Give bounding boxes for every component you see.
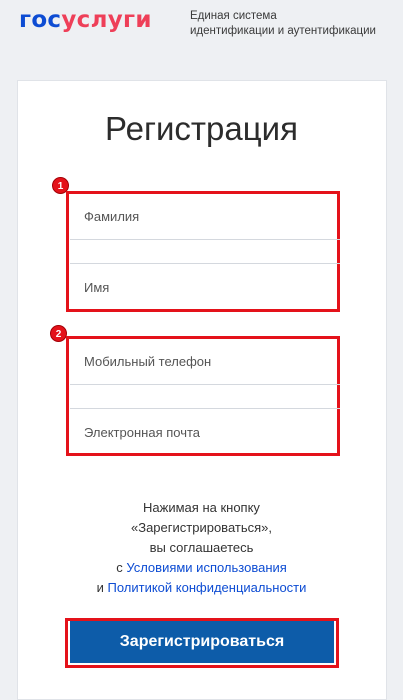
annotation-badge-2: 2 [50, 325, 67, 342]
header: госуслуги Единая система идентификации и… [0, 0, 403, 62]
page-title: Регистрация [105, 110, 298, 147]
name-field[interactable]: Имя [70, 264, 340, 310]
terms-line-2: «Зарегистрироваться», [131, 520, 272, 535]
terms-line-3: вы соглашаетесь [149, 540, 254, 555]
terms-line-5: и Политикой конфиденциальности [40, 578, 363, 598]
logo-part-uslugi: услуги [61, 7, 152, 33]
surname-field-spacer [70, 240, 340, 264]
name-placeholder: Имя [84, 279, 110, 295]
terms-prefix-i: и [96, 580, 108, 595]
email-field[interactable]: Электронная почта [70, 409, 340, 455]
gosuslugi-logo[interactable]: госуслуги [19, 6, 152, 34]
logo-part-gos: гос [19, 7, 62, 33]
phone-placeholder: Мобильный телефон [84, 354, 212, 369]
terms-line-1: Нажимая на кнопку [143, 500, 260, 515]
tagline-line-1: Единая система [190, 10, 277, 22]
surname-field[interactable]: Фамилия [70, 194, 340, 240]
email-placeholder: Электронная почта [84, 424, 201, 440]
terms-line-4: с Условиями использования [40, 558, 363, 578]
header-tagline: Единая система идентификации и аутентифи… [190, 9, 400, 39]
privacy-policy-link[interactable]: Политикой конфиденциальности [107, 580, 306, 595]
register-button[interactable]: Зарегистрироваться [70, 621, 334, 663]
terms-prefix-c: с [116, 560, 127, 575]
phone-field[interactable]: Мобильный телефон [70, 339, 340, 385]
terms-notice: Нажимая на кнопку «Зарегистрироваться», … [40, 498, 363, 598]
surname-placeholder: Фамилия [84, 209, 140, 224]
terms-of-use-link[interactable]: Условиями использования [126, 560, 287, 575]
tagline-line-2: идентификации и аутентификации [190, 25, 376, 37]
phone-field-spacer [70, 385, 340, 409]
